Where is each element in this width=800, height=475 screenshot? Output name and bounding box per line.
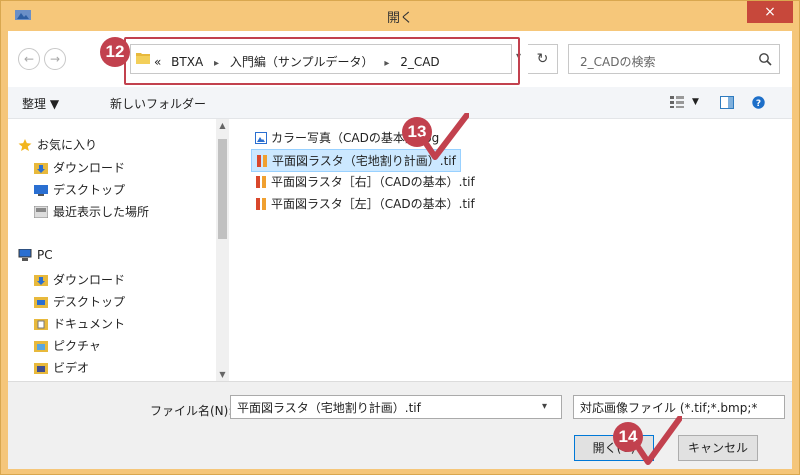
close-button[interactable]: × — [747, 1, 793, 23]
search-placeholder: 2_CADの検索 — [580, 55, 656, 69]
tif-file-icon — [256, 176, 266, 188]
sidebar-label: デスクトップ — [53, 183, 126, 197]
address-highlight — [124, 37, 520, 85]
sidebar-label: ドキュメント — [53, 317, 126, 331]
file-name: 平面図ラスタ［右］（CADの基本）.tif — [271, 175, 475, 189]
window-title: 開く — [386, 11, 413, 26]
download-folder-icon — [34, 163, 48, 174]
svg-text:?: ? — [756, 99, 761, 109]
dialog-footer: ファイル名(N): 平面図ラスタ（宅地割り計画）.tif ▾ 対応画像ファイル … — [8, 381, 792, 469]
sidebar-item-videos[interactable]: ビデオ — [34, 359, 89, 376]
videos-folder-icon — [34, 363, 48, 374]
file-list: カラー写真（CADの基本）.jpg 平面図ラスタ（宅地割り計画）.tif 平面図… — [229, 113, 792, 381]
new-folder-button[interactable]: 新しいフォルダー — [110, 95, 206, 112]
download-folder-icon — [34, 275, 48, 286]
sidebar-item-pc-downloads[interactable]: ダウンロード — [34, 271, 125, 288]
scroll-up-icon[interactable]: ▲ — [216, 121, 229, 130]
sidebar-item-documents[interactable]: ドキュメント — [34, 315, 125, 332]
tif-file-icon — [256, 198, 266, 210]
checkmark-icon — [421, 113, 469, 160]
open-file-dialog: 開く × ← → « BTXA ▸ 入門編（サンプルデータ） ▸ 2_CAD ▾… — [0, 0, 800, 475]
sidebar-item-pc[interactable]: PC — [18, 248, 53, 262]
scroll-down-icon[interactable]: ▼ — [216, 370, 229, 379]
preview-pane-icon[interactable] — [720, 96, 734, 109]
view-options-icon[interactable] — [670, 96, 684, 108]
navigation-pane: お気に入り ダウンロード デスクトップ 最近表示した場所 PC ダウンロード デ… — [8, 119, 229, 381]
desktop-folder-icon — [34, 297, 48, 308]
documents-folder-icon — [34, 319, 48, 330]
sidebar-label: ダウンロード — [53, 161, 126, 175]
step-badge-12: 12 — [100, 37, 130, 67]
help-icon[interactable]: ? — [752, 96, 765, 109]
sidebar-label: お気に入り — [37, 138, 98, 152]
view-dropdown[interactable]: ▼ — [692, 97, 699, 107]
star-icon — [18, 139, 32, 151]
sidebar-label: ピクチャ — [53, 339, 101, 353]
refresh-button[interactable]: ↻ — [528, 44, 558, 74]
pictures-folder-icon — [34, 341, 48, 352]
file-name: 平面図ラスタ［左］（CADの基本）.tif — [271, 197, 475, 211]
sidebar-label: ダウンロード — [53, 273, 126, 287]
cancel-button[interactable]: キャンセル — [678, 435, 758, 461]
back-button[interactable]: ← — [18, 48, 40, 70]
sidebar-item-pc-desktop[interactable]: デスクトップ — [34, 293, 125, 310]
recent-places-icon — [34, 206, 48, 218]
sidebar-item-favorites[interactable]: お気に入り — [18, 136, 97, 153]
scrollbar-thumb[interactable] — [218, 139, 227, 239]
checkmark-icon — [634, 416, 682, 465]
filename-label: ファイル名(N): — [150, 404, 233, 418]
desktop-icon — [34, 185, 48, 196]
forward-button[interactable]: → — [44, 48, 66, 70]
address-row: ← → « BTXA ▸ 入門編（サンプルデータ） ▸ 2_CAD ▾ ↻ 2_… — [8, 31, 792, 85]
sidebar-label: 最近表示した場所 — [53, 205, 150, 219]
filename-input[interactable]: 平面図ラスタ（宅地割り計画）.tif — [230, 395, 562, 419]
pc-icon — [18, 249, 32, 261]
navigation-scrollbar[interactable]: ▲ ▼ — [216, 119, 229, 381]
command-bar: 整理 ▼ 新しいフォルダー ▼ ? — [8, 87, 792, 119]
tif-file-icon — [257, 155, 267, 167]
sidebar-label: デスクトップ — [53, 295, 126, 309]
dialog-client: ← → « BTXA ▸ 入門編（サンプルデータ） ▸ 2_CAD ▾ ↻ 2_… — [8, 31, 792, 469]
organize-button[interactable]: 整理 ▼ — [22, 95, 59, 112]
sidebar-item-recent-places[interactable]: 最近表示した場所 — [34, 203, 149, 220]
file-item[interactable]: 平面図ラスタ［左］（CADの基本）.tif — [251, 193, 479, 214]
filename-dropdown-icon[interactable]: ▾ — [542, 401, 547, 412]
file-item[interactable]: 平面図ラスタ［右］（CADの基本）.tif — [251, 171, 479, 192]
sidebar-item-pictures[interactable]: ピクチャ — [34, 337, 101, 354]
sidebar-label: ビデオ — [53, 361, 90, 375]
search-icon[interactable] — [758, 52, 772, 66]
sidebar-item-fav-downloads[interactable]: ダウンロード — [34, 159, 125, 176]
sidebar-item-fav-desktop[interactable]: デスクトップ — [34, 181, 125, 198]
sidebar-label: PC — [37, 248, 53, 262]
title-bar[interactable]: 開く × — [1, 1, 799, 31]
image-file-icon — [255, 132, 267, 144]
